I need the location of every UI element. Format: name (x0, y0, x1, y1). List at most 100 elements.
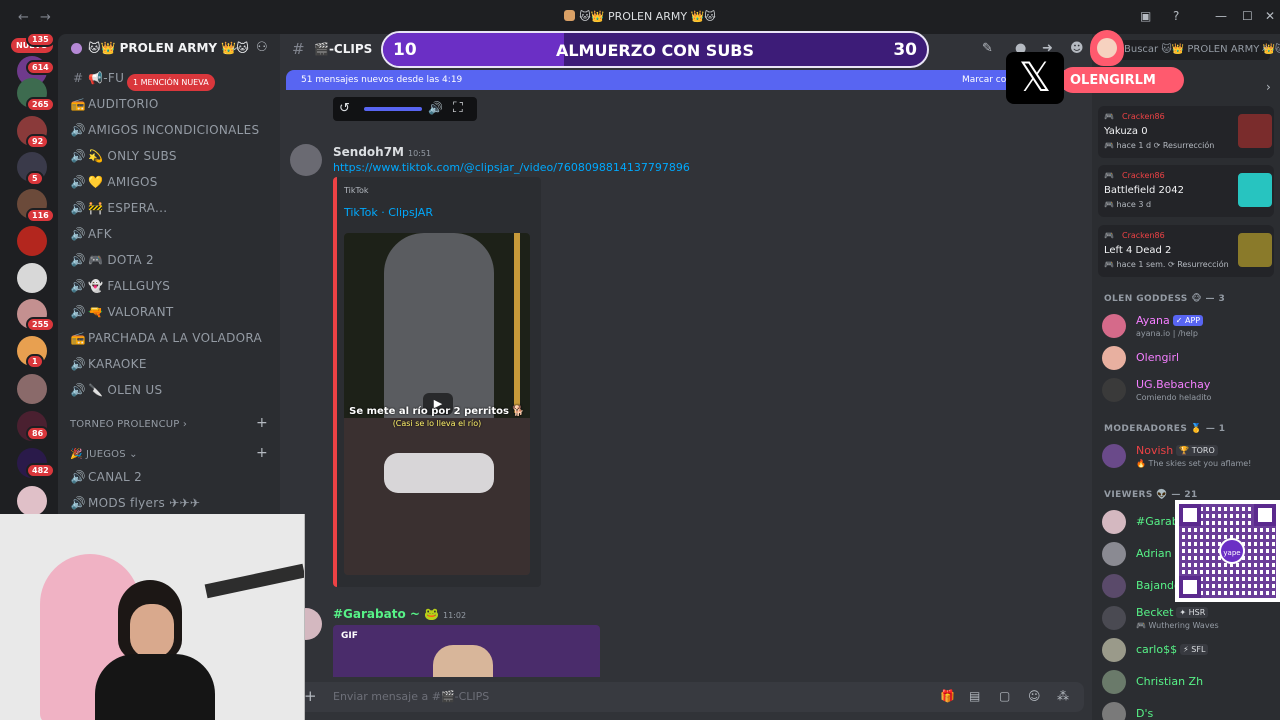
qr-corner (1179, 504, 1201, 526)
add-member-icon[interactable]: ⚇ (256, 40, 268, 55)
message-time: 10:51 (408, 149, 432, 158)
member-item[interactable]: Ayana ✓ APP ayana.io | /help (1102, 310, 1278, 342)
fullscreen-icon[interactable]: ⛶ (453, 100, 463, 116)
gif-badge: GIF (341, 631, 358, 641)
avatar (1102, 574, 1126, 598)
member-item[interactable]: Christian Zh (1102, 666, 1278, 698)
avatar (1102, 606, 1126, 630)
new-messages-bar[interactable]: 51 mensajes nuevos desde las 4:19 Marcar… (286, 70, 1086, 90)
speaker-icon[interactable]: 🔊 (428, 101, 443, 115)
server-icon[interactable] (17, 226, 47, 256)
channel-item[interactable]: 🔊 AMIGOS INCONDICIONALES (70, 123, 270, 145)
message-input[interactable]: + Enviar mensaje a #🎬-CLIPS 🎁 ▤ ▢ ☺ ⁂ (296, 682, 1084, 712)
speaker-icon: 🔊 (70, 470, 86, 484)
window-title: 🐱👑 PROLEN ARMY 👑🐱 (0, 10, 1280, 23)
close-icon[interactable]: ✕ (1265, 9, 1275, 23)
chevron-down-icon[interactable]: ⌄ (230, 40, 239, 53)
mascot-icon (1090, 30, 1124, 66)
channel-item[interactable]: 🔊 👻 FALLGUYS (70, 279, 270, 301)
avatar (1102, 638, 1126, 662)
apps-icon[interactable]: ⁂ (1057, 689, 1069, 703)
server-icon[interactable] (17, 374, 47, 404)
channel-item[interactable]: 🔊 🔫 VALORANT (70, 305, 270, 327)
channel-item[interactable]: 🔊 🚧 ESPERA... (70, 201, 270, 223)
qr-code: yape (1175, 500, 1280, 602)
activity-meta: 🎮 hace 1 sem. ⟳ Resurrección (1104, 260, 1229, 269)
server-header[interactable]: 🐱👑 PROLEN ARMY 👑🐱 ⌄ ⚇ (58, 34, 280, 62)
avatar (1102, 314, 1126, 338)
avatar (1102, 670, 1126, 694)
activity-card[interactable]: 🎮 Cracken86 Battlefield 2042 🎮 hace 3 d (1098, 165, 1274, 217)
channel-item[interactable]: 📻 AUDITORIO (70, 97, 270, 119)
server-badge: 265 (26, 97, 55, 112)
threads-icon[interactable]: ✎ (982, 41, 993, 56)
search-icon[interactable]: ⌕ (1262, 40, 1269, 55)
member-name: Adrian (1136, 547, 1172, 560)
x-logo-icon: 𝕏 (1006, 52, 1064, 104)
chevron-right-icon[interactable]: › (1266, 80, 1271, 94)
member-group-title: MODERADORES 🥇 — 1 (1104, 424, 1226, 434)
activity-card[interactable]: 🎮 Cracken86 Yakuza 0 🎮 hace 1 d ⟳ Resurr… (1098, 106, 1274, 158)
avatar (1102, 702, 1126, 720)
controller-icon: 🎮 (1104, 231, 1114, 240)
member-item[interactable]: Becket ✦ HSR 🎮 Wuthering Waves (1102, 602, 1278, 634)
add-channel-icon[interactable]: + (256, 445, 268, 461)
maximize-icon[interactable]: ☐ (1242, 9, 1253, 23)
embed-title[interactable]: TikTok · ClipsJAR (344, 206, 433, 219)
search-input[interactable]: Buscar 🐱👑 PROLEN ARMY 👑🐱 (1120, 40, 1280, 60)
avatar (1102, 542, 1126, 566)
server-icon[interactable] (17, 263, 47, 293)
member-name: Novish (1136, 444, 1174, 457)
gift-icon[interactable]: 🎁 (940, 689, 955, 703)
category-juegos[interactable]: 🎉 JUEGOS ⌄ (70, 449, 138, 460)
embed-video[interactable]: ▶ Se mete al río por 2 perritos 🐕 (Casi … (344, 233, 530, 575)
yape-logo: yape (1219, 538, 1245, 564)
volume-slider[interactable] (364, 107, 422, 111)
message-author[interactable]: #Garabato ~ 🐸 11:02 (333, 607, 466, 621)
mark-read-button[interactable]: Marcar co (962, 75, 1006, 85)
channel-item[interactable]: 🔊 CANAL 2 (70, 470, 270, 492)
video-controls: ↺ 🔊 ⛶ (333, 97, 477, 121)
channel-item[interactable]: 🔊 💛 AMIGOS (70, 175, 270, 197)
sticker-icon[interactable]: ▢ (999, 689, 1010, 703)
inbox-icon[interactable]: ▣ (1140, 9, 1151, 23)
channel-item[interactable]: 📻 PARCHADA A LA VOLADORA (70, 331, 270, 353)
channel-item[interactable]: 🔊 KARAOKE (70, 357, 270, 379)
add-attachment-icon[interactable]: + (304, 687, 317, 705)
video-frame (344, 418, 530, 575)
member-item[interactable]: Novish 🏆 TORO 🔥 The skies set you aflame! (1102, 440, 1278, 472)
add-channel-icon[interactable]: + (256, 415, 268, 431)
avatar[interactable] (290, 144, 322, 176)
channel-item[interactable]: 🔊 🔪 OLEN US (70, 383, 270, 405)
speaker-icon: 🔊 (70, 357, 86, 371)
member-item[interactable]: carlo$$ ⚡ SFL (1102, 634, 1278, 666)
speaker-icon: 🔊 (70, 149, 86, 163)
sub-goal-max: 30 (893, 40, 917, 60)
member-item[interactable]: UG.Bebachay Comiendo heladito (1102, 374, 1278, 406)
video-caption: Se mete al río por 2 perritos 🐕 (349, 406, 525, 417)
members-icon[interactable]: ☻ (1070, 41, 1084, 56)
channel-item[interactable]: 🔊 AFK (70, 227, 270, 249)
member-item[interactable]: Olengirl (1102, 342, 1278, 374)
help-icon[interactable]: ? (1173, 9, 1179, 23)
minimize-icon[interactable]: — (1215, 9, 1227, 23)
channel-item[interactable]: 🔊 🎮 DOTA 2 (70, 253, 270, 275)
member-status: ayana.io | /help (1136, 329, 1198, 338)
emoji-icon[interactable]: ☺ (1028, 689, 1041, 703)
message-author[interactable]: Sendoh7M 10:51 (333, 145, 431, 159)
server-badge: 255 (26, 317, 55, 332)
mention-badge[interactable]: 1 MENCIÓN NUEVA (127, 74, 215, 91)
gif-icon[interactable]: ▤ (969, 689, 980, 703)
member-name: Ayana (1136, 314, 1170, 327)
speaker-icon: 🔊 (70, 383, 86, 397)
member-status: 🎮 Wuthering Waves (1136, 621, 1219, 630)
replay-icon[interactable]: ↺ (339, 101, 350, 116)
message-link[interactable]: https://www.tiktok.com/@clipsjar_/video/… (333, 161, 690, 174)
gif-attachment[interactable]: GIF (333, 625, 600, 677)
category-torneo[interactable]: TORNEO PROLENCUP › (70, 419, 187, 430)
member-item[interactable]: D's (1102, 698, 1278, 720)
activity-card[interactable]: 🎮 Cracken86 Left 4 Dead 2 🎮 hace 1 sem. … (1098, 225, 1274, 277)
channel-item[interactable]: 🔊 💫 ONLY SUBS (70, 149, 270, 171)
channel-title: 🎬-CLIPS (314, 42, 373, 56)
server-icon[interactable] (17, 486, 47, 516)
